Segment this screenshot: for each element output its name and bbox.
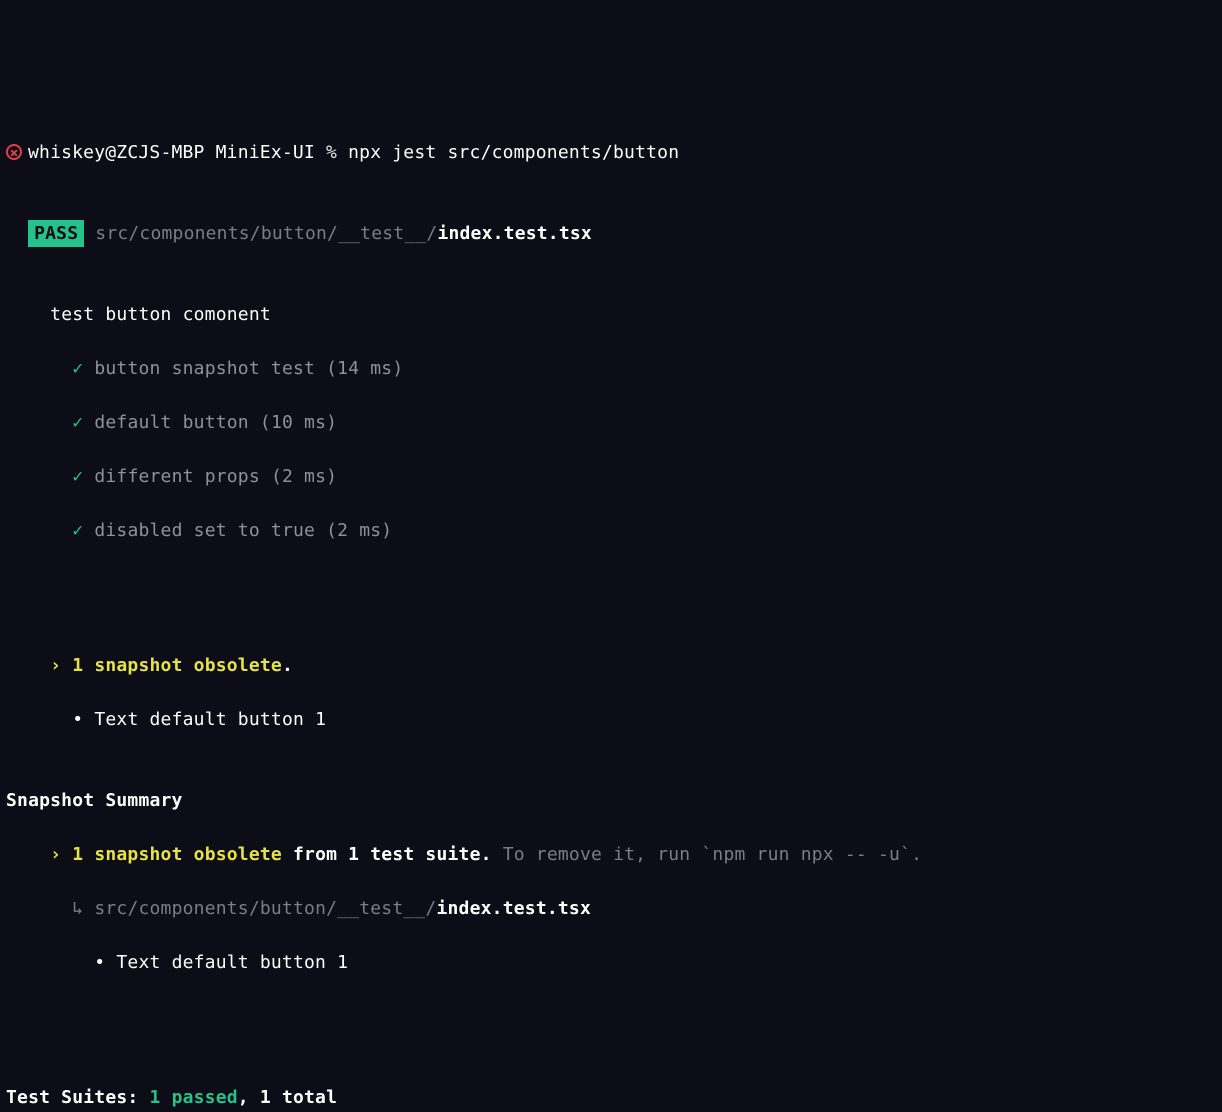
summary-item: Text default button 1 bbox=[116, 952, 348, 973]
test-line: ✓ button snapshot test (14 ms) bbox=[6, 355, 1216, 382]
test-name: button snapshot test bbox=[94, 358, 315, 379]
prompt-symbol: % bbox=[326, 142, 337, 163]
describe-title-line: test button comonent bbox=[6, 301, 1216, 328]
chevron-right-icon: › bbox=[50, 844, 61, 865]
check-icon: ✓ bbox=[72, 412, 83, 433]
summary-hint: To remove it, run `npm run npx -- -u`. bbox=[503, 844, 922, 865]
test-time: (14 ms) bbox=[326, 358, 403, 379]
error-circle-icon bbox=[6, 144, 22, 160]
user-host: whiskey@ZCJS-MBP bbox=[28, 142, 205, 163]
test-line: ✓ default button (10 ms) bbox=[6, 409, 1216, 436]
test-line: ✓ disabled set to true (2 ms) bbox=[6, 517, 1216, 544]
bullet-icon: • bbox=[94, 952, 105, 973]
summary-from: from 1 test suite. bbox=[282, 844, 492, 865]
obsolete-item-line: • Text default button 1 bbox=[6, 706, 1216, 733]
prompt-line: whiskey@ZCJS-MBP MiniEx-UI % npx jest sr… bbox=[6, 139, 1216, 166]
summary-path-dim: src/components/button/__test__/ bbox=[94, 898, 436, 919]
obsolete-headline: 1 snapshot obsolete bbox=[72, 655, 282, 676]
summary-path-line: ↳ src/components/button/__test__/index.t… bbox=[6, 895, 1216, 922]
test-time: (2 ms) bbox=[271, 466, 337, 487]
test-name: default button bbox=[94, 412, 249, 433]
stats-suites-line: Test Suites: 1 passed, 1 total bbox=[6, 1084, 1216, 1111]
suite-result-line: PASS src/components/button/__test__/inde… bbox=[6, 220, 1216, 247]
stats-rest: , 1 total bbox=[238, 1087, 337, 1108]
arrow-down-right-icon: ↳ bbox=[72, 898, 83, 919]
cwd: MiniEx-UI bbox=[216, 142, 315, 163]
result-path-file: index.test.tsx bbox=[437, 223, 592, 244]
summary-item-line: • Text default button 1 bbox=[6, 949, 1216, 976]
test-time: (10 ms) bbox=[260, 412, 337, 433]
blank-line bbox=[6, 1003, 1216, 1030]
test-time: (2 ms) bbox=[326, 520, 392, 541]
result-path-dim: src/components/button/__test__/ bbox=[95, 223, 437, 244]
stats-passed: 1 passed bbox=[150, 1087, 238, 1108]
bullet-icon: • bbox=[72, 709, 83, 730]
blank-line bbox=[6, 571, 1216, 598]
check-icon: ✓ bbox=[72, 520, 83, 541]
obsolete-item: Text default button 1 bbox=[94, 709, 326, 730]
summary-headline: 1 snapshot obsolete bbox=[72, 844, 282, 865]
stats-label: Test Suites: bbox=[6, 1087, 138, 1108]
summary-head-line: › 1 snapshot obsolete from 1 test suite.… bbox=[6, 841, 1216, 868]
describe-title: test button comonent bbox=[50, 304, 271, 325]
check-icon: ✓ bbox=[72, 358, 83, 379]
test-line: ✓ different props (2 ms) bbox=[6, 463, 1216, 490]
test-name: different props bbox=[94, 466, 260, 487]
test-name: disabled set to true bbox=[94, 520, 315, 541]
pass-badge: PASS bbox=[28, 220, 84, 247]
check-icon: ✓ bbox=[72, 466, 83, 487]
summary-path-file: index.test.tsx bbox=[436, 898, 591, 919]
obsolete-head-line: › 1 snapshot obsolete. bbox=[6, 652, 1216, 679]
command: npx jest src/components/button bbox=[348, 142, 679, 163]
snapshot-summary-title: Snapshot Summary bbox=[6, 787, 1216, 814]
chevron-right-icon: › bbox=[50, 655, 61, 676]
